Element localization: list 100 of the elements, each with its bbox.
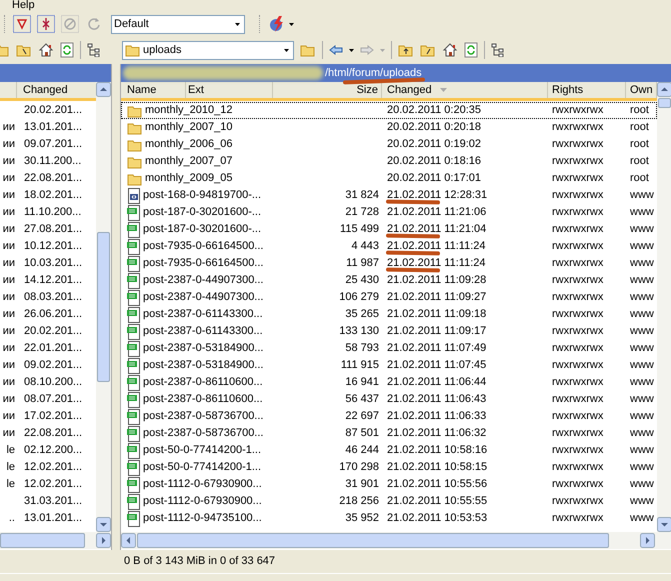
file-row[interactable]: monthly_2006_06 20.02.2011 0:19:02 rwxrwxrwx root	[121, 136, 657, 153]
back-arrow-icon[interactable]	[329, 45, 343, 55]
file-row[interactable]: post-7935-0-66164500... 4 443 21.02.2011 11:11:24 rwxrwxrwx www	[121, 238, 657, 255]
table-cell-text: 35 952	[345, 511, 379, 526]
scroll-right-icon[interactable]	[96, 533, 111, 548]
image-file-icon	[127, 374, 141, 390]
horizontal-scrollbar[interactable]	[0, 532, 111, 549]
file-row[interactable]: post-1112-0-67930900... 31 901 21.02.2011 10:55:56 rwxrwxrwx www	[121, 476, 657, 493]
table-cell-text: 13.01.201...	[23, 120, 82, 136]
table-cell-text: ии	[2, 120, 15, 136]
table-cell: root	[630, 104, 649, 116]
scroll-up-icon[interactable]	[96, 82, 111, 97]
file-row[interactable]: monthly_2010_12 20.02.2011 0:20:35 rwxrwxrwx root	[121, 102, 657, 119]
file-row[interactable]: post-2387-0-58736700... 22 697 21.02.2011 11:06:33 rwxrwxrwx www	[121, 408, 657, 425]
table-cell: 21.02.2011 11:09:18	[387, 308, 486, 320]
file-row[interactable]: post-187-0-30201600-... 115 499 21.02.2011 11:21:04 rwxrwxrwx www	[121, 221, 657, 238]
table-cell-text: ии	[2, 154, 15, 170]
file-row[interactable]: monthly_2009_05 20.02.2011 0:17:01 rwxrwxrwx root	[121, 170, 657, 187]
synchronize-icon[interactable]	[37, 15, 55, 33]
refresh-icon[interactable]	[464, 42, 478, 58]
file-row[interactable]: post-7935-0-66164500... 11 987 21.02.2011 11:11:24 rwxrwxrwx www	[121, 255, 657, 272]
scroll-thumb[interactable]	[0, 533, 85, 548]
file-row[interactable]: post-2387-0-61143300... 35 265 21.02.2011 11:09:18 rwxrwxrwx www	[121, 306, 657, 323]
root-folder-icon[interactable]	[16, 43, 32, 57]
file-row[interactable]: post-2387-0-61143300... 133 130 21.02.2011 11:09:17 rwxrwxrwx www	[121, 323, 657, 340]
table-cell: 20.02.2011 0:19:02	[387, 138, 481, 150]
table-cell: 21.02.2011 11:11:24	[387, 240, 486, 252]
file-row[interactable]: post-168-0-94819700-... 31 824 21.02.2011 12:28:31 rwxrwxrwx www	[121, 187, 657, 204]
vertical-scrollbar[interactable]	[657, 82, 671, 532]
table-cell-text: 08.03.201...	[23, 290, 82, 306]
table-cell-text: 31.03.201...	[23, 494, 82, 510]
file-row[interactable]: post-2387-0-53184900... 111 915 21.02.2011 11:07:45 rwxrwxrwx www	[121, 357, 657, 374]
table-cell-text: ии	[2, 392, 15, 408]
scroll-thumb[interactable]	[658, 98, 671, 108]
file-row[interactable]: post-2387-0-53184900... 58 793 21.02.2011 11:07:49 rwxrwxrwx www	[121, 340, 657, 357]
table-cell: root	[630, 121, 649, 134]
file-row[interactable]: post-1112-0-94735100... 35 952 21.02.2011 10:53:53 rwxrwxrwx www	[121, 510, 657, 527]
file-row[interactable]: post-1112-0-67930900... 218 256 21.02.2011 10:55:55 rwxrwxrwx www	[121, 493, 657, 510]
file-name: post-1112-0-67930900...	[143, 494, 262, 510]
table-cell: 21.02.2011 11:09:28	[387, 274, 486, 286]
table-cell-text: 09.07.201...	[23, 137, 82, 152]
table-cell-text: 22.08.201...	[23, 426, 82, 442]
table-cell: www	[630, 478, 654, 490]
file-row[interactable]: post-2387-0-44907300... 106 279 21.02.2011 11:09:27 rwxrwxrwx www	[121, 289, 657, 306]
table-cell-text: 11 987	[346, 256, 379, 272]
file-row[interactable]: post-2387-0-44907300... 25 430 21.02.2011 11:09:28 rwxrwxrwx www	[121, 272, 657, 289]
caret-icon	[289, 22, 294, 26]
column-header[interactable]: Rights	[548, 82, 626, 98]
scroll-thumb[interactable]	[137, 533, 609, 548]
home-icon[interactable]	[442, 42, 458, 58]
table-cell: rwxrwxrwx	[552, 376, 604, 388]
vertical-scrollbar[interactable]	[96, 82, 111, 532]
preset-dropdown[interactable]: Default	[111, 14, 245, 34]
table-cell: www	[630, 342, 654, 354]
scroll-down-icon[interactable]	[96, 517, 111, 532]
table-cell-text: ии	[2, 409, 15, 424]
file-name: post-2387-0-86110600...	[143, 392, 263, 408]
scroll-down-icon[interactable]	[657, 517, 671, 532]
table-cell: www	[630, 495, 654, 508]
table-cell-text: 11.10.200...	[23, 205, 82, 220]
table-cell-text: 21 728	[345, 205, 379, 220]
file-name: post-50-0-77414200-1...	[143, 443, 262, 458]
table-cell-text: ии	[2, 188, 15, 204]
session-color-button[interactable]	[268, 15, 294, 33]
column-header[interactable]: Size	[273, 82, 382, 98]
image-file-icon	[127, 392, 141, 408]
table-cell: 21.02.2011 11:07:45	[387, 359, 486, 372]
table-cell-text: ии	[2, 341, 15, 356]
table-cell: rwxrwxrwx	[552, 172, 604, 184]
file-row[interactable]: post-2387-0-58736700... 87 501 21.02.2011 11:06:32 rwxrwxrwx www	[121, 425, 657, 442]
path-text: /html/forum/uploads	[325, 66, 422, 81]
parent-folder-icon[interactable]	[398, 43, 414, 57]
file-row[interactable]: monthly_2007_10 20.02.2011 0:20:18 rwxrwxrwx root	[121, 119, 657, 136]
column-header[interactable]: Changed	[382, 82, 548, 98]
scroll-thumb[interactable]	[97, 232, 110, 382]
table-cell-text: 16 941	[345, 375, 379, 390]
menu-item[interactable]: Help	[12, 0, 35, 10]
scroll-right-icon[interactable]	[640, 533, 655, 548]
filter-icon[interactable]	[13, 15, 31, 33]
location-dropdown[interactable]: uploads	[122, 40, 294, 60]
file-row[interactable]: post-50-0-77414200-1... 170 298 21.02.2011 10:58:15 rwxrwxrwx www	[121, 459, 657, 476]
column-header[interactable]: Ext	[186, 82, 273, 98]
file-row[interactable]: post-2387-0-86110600... 16 941 21.02.2011 11:06:44 rwxrwxrwx www	[121, 374, 657, 391]
table-cell-text: 10.12.201...	[23, 239, 82, 254]
home-icon[interactable]	[38, 42, 54, 58]
tree-icon[interactable]	[491, 43, 505, 57]
root-folder-icon[interactable]	[420, 43, 436, 57]
horizontal-scrollbar[interactable]	[121, 532, 671, 549]
file-row[interactable]: post-2387-0-86110600... 56 437 21.02.2011 11:06:43 rwxrwxrwx www	[121, 391, 657, 408]
file-row[interactable]: monthly_2007_07 20.02.2011 0:18:16 rwxrwxrwx root	[121, 153, 657, 170]
scroll-up-icon[interactable]	[657, 82, 671, 97]
column-header[interactable]: Name	[121, 82, 186, 98]
file-row[interactable]: post-50-0-77414200-1... 46 244 21.02.2011 10:58:16 rwxrwxrwx www	[121, 442, 657, 459]
tree-icon[interactable]	[87, 43, 101, 57]
image-file-icon	[127, 358, 141, 374]
table-cell: 20.02.2011 0:20:35	[387, 104, 481, 116]
file-row[interactable]: post-187-0-30201600-... 21 728 21.02.2011 11:21:06 rwxrwxrwx www	[121, 204, 657, 221]
scroll-left-icon[interactable]	[121, 533, 136, 548]
refresh-icon[interactable]	[60, 42, 74, 58]
table-cell: www	[630, 393, 654, 406]
